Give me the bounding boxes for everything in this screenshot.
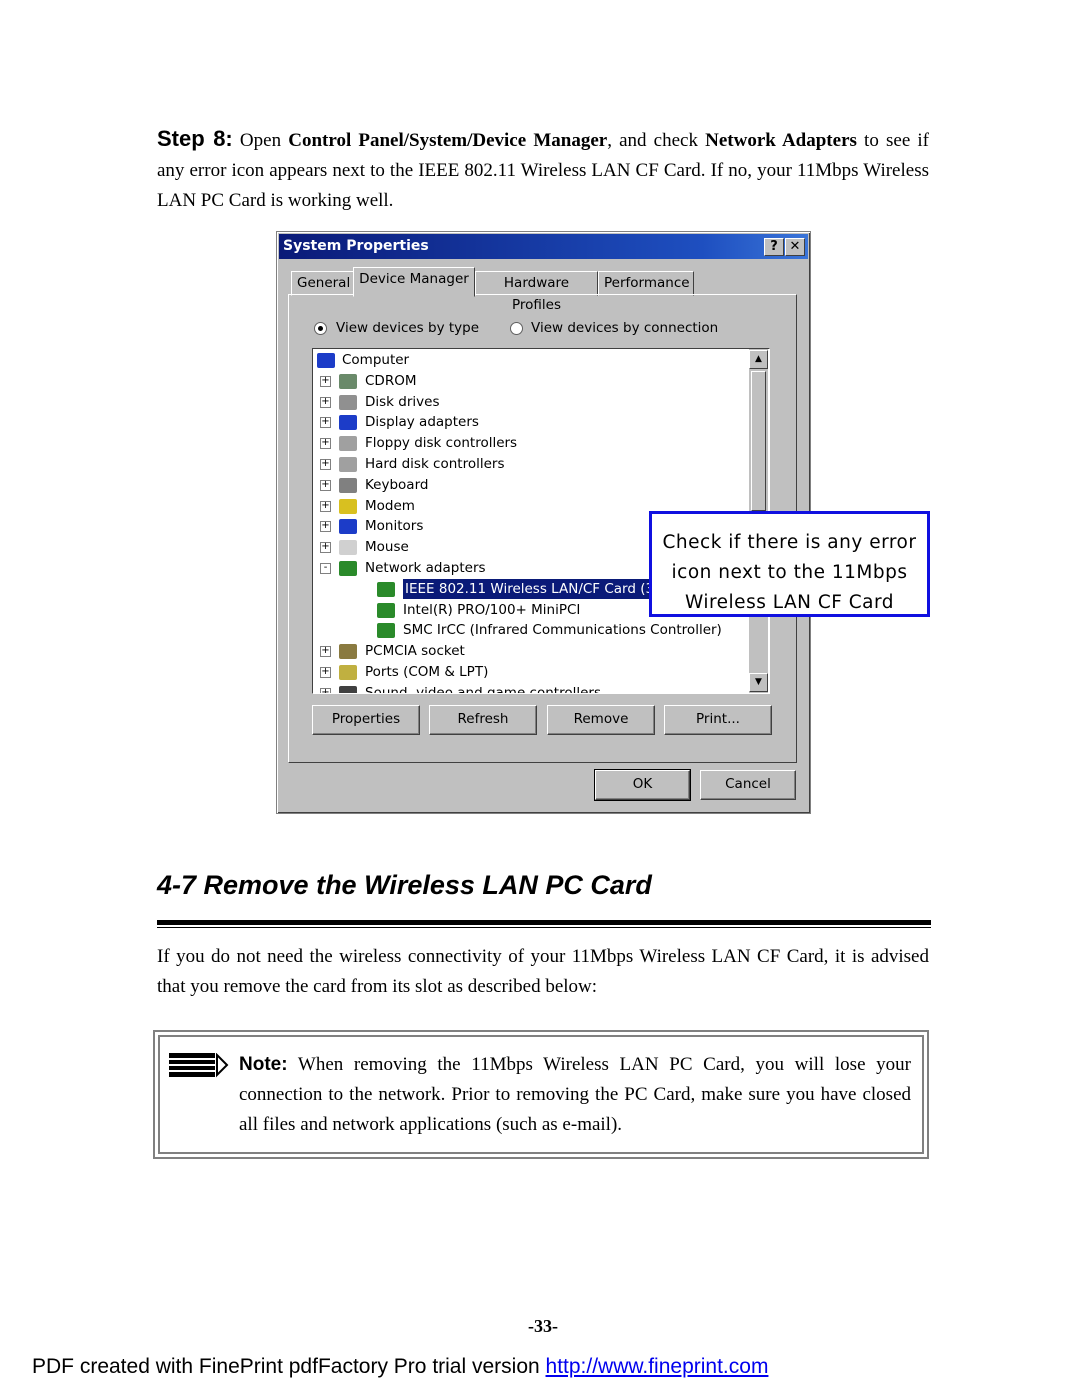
print-button[interactable]: Print... (664, 705, 772, 735)
expand-icon[interactable]: + (320, 687, 331, 693)
tree-item-label: Sound, video and game controllers (365, 684, 601, 694)
tree-item-label: PCMCIA socket (365, 643, 465, 660)
footer: PDF created with FinePrint pdfFactory Pr… (32, 1355, 768, 1379)
display-adapter-icon (339, 415, 357, 431)
network-card-icon (377, 623, 395, 639)
step-network-adapters: Network Adapters (705, 130, 857, 151)
sound-icon (339, 685, 357, 693)
tree-item-label: Ports (COM & LPT) (365, 664, 489, 680)
disk-drive-icon (339, 394, 357, 410)
tree-item-label: Monitors (365, 518, 424, 535)
refresh-button[interactable]: Refresh (429, 705, 537, 735)
tree-item-label: Display adapters (365, 414, 479, 431)
expand-icon[interactable]: + (320, 542, 331, 554)
cdrom-icon (339, 373, 357, 389)
callout-box: Check if there is any error icon next to… (649, 511, 930, 617)
radio-label: View devices by connection (531, 320, 719, 336)
expand-icon[interactable]: + (320, 417, 331, 429)
tree-item-label: Computer (342, 352, 410, 368)
tree-item-label: CDROM (365, 372, 417, 389)
expand-icon[interactable]: + (320, 521, 331, 533)
callout-line: Wireless LAN CF Card (684, 592, 895, 613)
tree-item-label: Hard disk controllers (365, 456, 505, 472)
callout-line: Check if there is any error (662, 532, 917, 553)
tab-general[interactable]: General (291, 271, 355, 296)
keyboard-icon (339, 477, 357, 493)
expand-icon[interactable]: + (320, 479, 331, 491)
step-text: Open (232, 130, 289, 151)
heading-rule (157, 920, 931, 925)
callout-line: icon next to the 11Mbps (671, 562, 908, 583)
remove-button[interactable]: Remove (547, 705, 655, 735)
scroll-up-icon[interactable]: ▲ (749, 350, 768, 369)
cancel-button[interactable]: Cancel (700, 770, 796, 800)
floppy-controller-icon (339, 436, 357, 452)
mouse-icon (339, 540, 357, 556)
tab-performance[interactable]: Performance (598, 271, 694, 296)
expand-icon[interactable]: + (320, 646, 331, 658)
heading-rule-thin (157, 927, 931, 928)
ok-button[interactable]: OK (594, 769, 691, 801)
network-card-icon (377, 602, 395, 618)
modem-icon (339, 498, 357, 514)
step-8-paragraph: Step 8: Open Control Panel/System/Device… (157, 124, 929, 216)
tree-item-label: IEEE 802.11 Wireless LAN/CF Card (3V) (402, 577, 672, 600)
section-heading: 4-7 Remove the Wireless LAN PC Card (157, 870, 652, 900)
pcmcia-icon (339, 644, 357, 660)
note-label: Note: (239, 1054, 288, 1075)
tab-device-manager[interactable]: Device Manager (353, 267, 475, 297)
radio-label: View devices by type (336, 320, 480, 336)
step-path: Control Panel/System/Device Manager (288, 130, 608, 151)
monitor-icon (339, 519, 357, 535)
tree-item-label: SMC IrCC (Infrared Communications Contro… (403, 622, 722, 639)
title-bar[interactable]: System Properties ? ✕ (279, 234, 808, 259)
collapse-icon[interactable]: - (320, 563, 331, 574)
ports-icon (339, 665, 357, 680)
intro-paragraph: If you do not need the wireless connecti… (157, 946, 929, 997)
tree-item-label: Modem (365, 497, 415, 514)
properties-button[interactable]: Properties (312, 705, 420, 735)
document-page: Step 8: Open Control Panel/System/Device… (0, 0, 1080, 1397)
tree-item-label: Disk drives (365, 393, 440, 410)
expand-icon[interactable]: + (320, 459, 331, 470)
help-button[interactable]: ? (764, 238, 784, 256)
tree-item-label: Mouse (365, 539, 409, 556)
scroll-thumb[interactable] (751, 371, 766, 511)
scroll-down-icon[interactable]: ▼ (749, 673, 768, 692)
radio-unselected-icon (510, 322, 523, 335)
expand-icon[interactable]: + (320, 438, 331, 450)
radio-selected-icon (314, 322, 327, 335)
expand-icon[interactable]: + (320, 500, 331, 512)
note-arrow-icon (169, 1053, 229, 1078)
footer-link[interactable]: http://www.fineprint.com (546, 1355, 769, 1378)
footer-text: PDF created with FinePrint pdfFactory Pr… (32, 1355, 546, 1378)
tree-item-label: Network adapters (365, 560, 486, 576)
note-box: Note: When removing the 11Mbps Wireless … (153, 1030, 929, 1159)
computer-icon (317, 353, 335, 368)
expand-icon[interactable]: + (320, 667, 331, 678)
step-label: Step 8: (157, 126, 233, 151)
step-text: , and check (607, 130, 706, 151)
tree-item-label: Floppy disk controllers (365, 435, 518, 452)
expand-icon[interactable]: + (320, 375, 331, 387)
close-button[interactable]: ✕ (785, 238, 805, 256)
note-text: Note: When removing the 11Mbps Wireless … (239, 1050, 911, 1140)
network-adapter-icon (339, 561, 357, 576)
expand-icon[interactable]: + (320, 396, 331, 408)
hard-disk-controller-icon (339, 457, 357, 472)
dialog-title: System Properties (283, 238, 429, 254)
page-number: -33- (528, 1316, 558, 1336)
tree-item-label: Intel(R) PRO/100+ MiniPCI (403, 601, 581, 618)
tab-hardware-profiles[interactable]: Hardware Profiles (475, 271, 598, 313)
network-card-icon (377, 581, 395, 597)
note-body: When removing the 11Mbps Wireless LAN PC… (239, 1054, 911, 1135)
tree-item-label: Keyboard (365, 476, 429, 493)
